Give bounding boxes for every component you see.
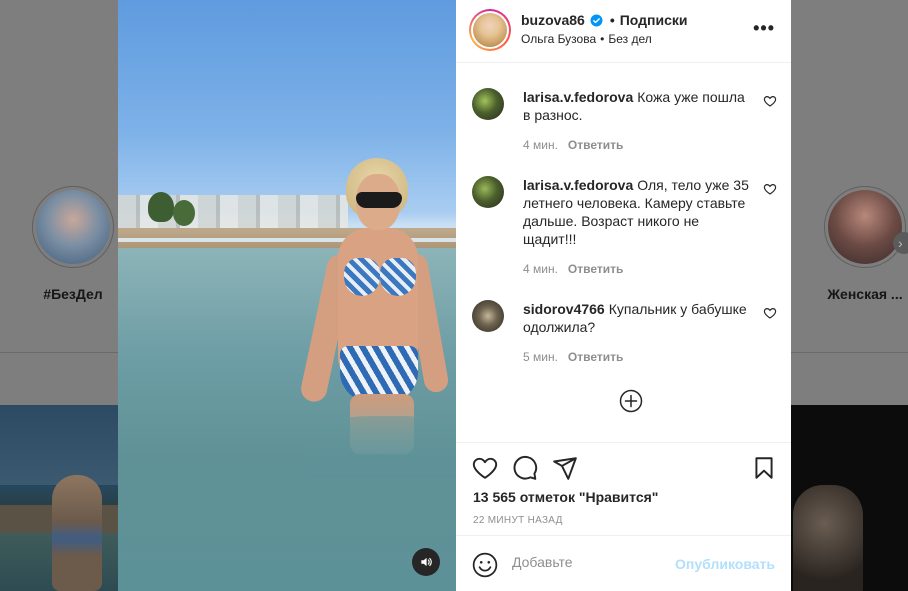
audio-toggle-button[interactable] [412, 548, 440, 576]
post-header: buzova86 • Подписки Ольга Бузова • Без дел… [456, 0, 791, 63]
comment-username[interactable]: larisa.v.fedorova [523, 177, 633, 193]
speaker-icon [421, 557, 432, 567]
reply-button[interactable]: Ответить [568, 262, 623, 276]
background-post-thumbnail[interactable] [0, 405, 118, 591]
likes-count[interactable]: 13 565 отметок "Нравится" [473, 489, 658, 505]
highlight-cover [828, 190, 902, 264]
author-subline: Ольга Бузова • Без дел [521, 32, 652, 46]
highlight-label: #БезДел [43, 286, 103, 302]
comment-username[interactable]: sidorov4766 [523, 301, 605, 317]
post-video[interactable] [118, 0, 456, 591]
following-button[interactable]: Подписки [620, 12, 688, 28]
background-post-thumbnail[interactable] [791, 405, 908, 591]
post-panel: buzova86 • Подписки Ольга Бузова • Без дел… [456, 0, 791, 591]
share-icon[interactable] [552, 455, 578, 481]
highlight-cover [36, 190, 110, 264]
header-separator: • [609, 12, 615, 28]
commenter-avatar[interactable] [472, 88, 504, 120]
comment-time[interactable]: 5 мин. [523, 350, 558, 364]
emoji-icon[interactable] [472, 552, 498, 578]
video-subject [298, 158, 456, 478]
more-options-icon[interactable]: ••• [753, 18, 775, 39]
chevron-right-icon[interactable]: › [893, 232, 908, 254]
heart-icon[interactable] [763, 306, 777, 320]
comment-input[interactable] [512, 554, 672, 570]
highlight-ring [824, 186, 906, 268]
reply-button[interactable]: Ответить [568, 138, 623, 152]
highlight-bezdel[interactable]: #БезДел [32, 186, 114, 302]
highlight-label: Женская ... [827, 286, 903, 302]
author-avatar[interactable] [469, 9, 511, 51]
heart-icon[interactable] [763, 182, 777, 196]
add-comment-bar: Опубликовать [456, 535, 791, 591]
location-link[interactable]: Без дел [608, 32, 651, 46]
heart-icon[interactable] [763, 94, 777, 108]
comment-time[interactable]: 4 мин. [523, 138, 558, 152]
bookmark-icon[interactable] [751, 455, 777, 481]
commenter-avatar[interactable] [472, 176, 504, 208]
comment-time[interactable]: 4 мин. [523, 262, 558, 276]
verified-badge-icon [590, 14, 603, 27]
author-username[interactable]: buzova86 [521, 12, 585, 28]
highlight-ring [32, 186, 114, 268]
reply-button[interactable]: Ответить [568, 350, 623, 364]
publish-button[interactable]: Опубликовать [675, 556, 775, 572]
action-bar: 13 565 отметок "Нравится" 22 МИНУТ НАЗАД [456, 442, 791, 534]
author-line: buzova86 • Подписки [521, 12, 688, 28]
heart-icon[interactable] [472, 455, 498, 481]
author-full-name[interactable]: Ольга Бузова [521, 32, 596, 46]
commenter-avatar[interactable] [472, 300, 504, 332]
comment-username[interactable]: larisa.v.fedorova [523, 89, 633, 105]
comment-icon[interactable] [512, 455, 538, 481]
comments-list[interactable]: larisa.v.fedorova Кожа уже пошла в разнос… [456, 64, 791, 442]
post-timestamp[interactable]: 22 МИНУТ НАЗАД [473, 515, 563, 526]
load-more-comments-icon[interactable] [619, 389, 643, 413]
